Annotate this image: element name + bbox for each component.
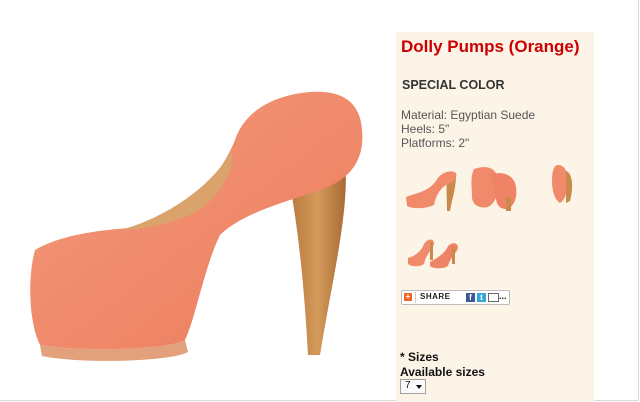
thumbnail-front-view[interactable]	[466, 157, 526, 217]
twitter-icon[interactable]: t	[477, 293, 486, 302]
spec-material: Material: Egyptian Suede	[401, 108, 536, 122]
size-select[interactable]: 7	[400, 379, 426, 394]
thumbnail-side-view[interactable]	[402, 159, 462, 219]
chevron-down-icon	[416, 385, 422, 389]
special-color-label: SPECIAL COLOR	[402, 78, 505, 92]
available-sizes-label: Available sizes	[400, 365, 485, 379]
size-selected-value: 7	[405, 380, 411, 391]
facebook-icon[interactable]: f	[466, 293, 475, 302]
email-icon[interactable]	[488, 293, 499, 302]
product-info-panel: Dolly Pumps (Orange) SPECIAL COLOR Mater…	[396, 32, 594, 402]
share-plus-icon: +	[404, 292, 412, 301]
share-divider	[415, 292, 416, 303]
thumbnail-pair-view[interactable]	[402, 224, 462, 284]
main-product-image	[30, 91, 363, 361]
spec-heels: Heels: 5"	[401, 122, 450, 136]
more-share-icon[interactable]: ...	[499, 291, 507, 301]
product-title: Dolly Pumps (Orange)	[401, 37, 580, 56]
share-button[interactable]: + SHARE f t ...	[401, 290, 510, 305]
thumbnail-back-view[interactable]	[530, 157, 590, 217]
sizes-required-label: * Sizes	[400, 350, 439, 364]
share-label: SHARE	[420, 292, 451, 301]
spec-platforms: Platforms: 2"	[401, 136, 470, 150]
